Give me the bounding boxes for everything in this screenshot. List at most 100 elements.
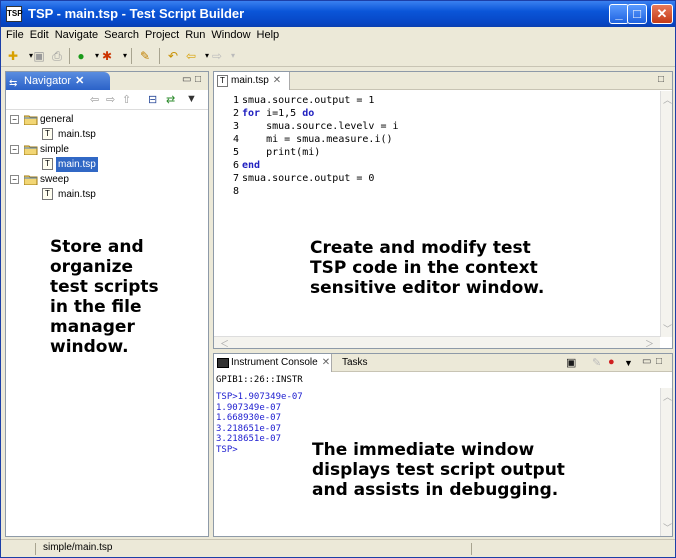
collapse-toggle-icon[interactable]: − [10,115,19,124]
menu-help[interactable]: Help [254,27,283,41]
folder-icon [24,175,38,185]
code-text: for i=1,5 do [242,107,314,120]
folder-icon [24,145,38,155]
keyword: for [242,108,261,119]
navigator-panel: ⇆ Navigator ✕ ▭ □ ⇦ ⇨ ⇧ ⊟ ⇄ ▼ − general T … [5,71,209,537]
save-icon[interactable]: ▣ [31,48,47,64]
terminal-icon[interactable]: ▣ [566,356,576,369]
code-line: 6 end [214,159,659,172]
code-line: 7 smua.source.output = 0 [214,172,659,185]
code-line: 8 [214,185,659,198]
collapse-toggle-icon[interactable]: − [10,145,19,154]
status-path: simple/main.tsp [43,542,113,553]
up-icon[interactable]: ⇧ [122,93,131,106]
minimize-icon[interactable]: ▭ [642,356,651,367]
tree-file[interactable]: T main.tsp [6,187,208,202]
new-file-icon[interactable]: ✚ [5,48,21,64]
menu-edit[interactable]: Edit [27,27,52,41]
minimize-button[interactable]: _ [609,4,629,24]
navigator-header: ⇆ Navigator ✕ ▭ □ [6,72,208,90]
maximize-icon[interactable]: □ [656,356,662,367]
pencil-icon[interactable]: ✎ [592,356,601,369]
scroll-right-icon[interactable]: ＞ [645,337,654,350]
console-tab-label: Instrument Console [231,357,318,368]
menu-window[interactable]: Window [208,27,253,41]
tsp-file-icon: T [42,188,53,200]
tab-instrument-console[interactable]: Instrument Console ✕ [214,354,332,372]
tree-folder[interactable]: − sweep [6,172,208,187]
debug-icon[interactable]: ✱ [99,48,115,64]
scroll-left-icon[interactable]: ＜ [220,337,229,350]
tree-file[interactable]: T main.tsp [6,157,208,172]
close-icon[interactable]: ✕ [75,75,84,87]
callout-line: sensitive editor window. [310,278,545,298]
scroll-down-icon[interactable]: ﹀ [663,322,672,335]
console-line: TSP>1.907349e-07 [216,392,303,402]
line-number: 1 [232,95,239,106]
pencil-icon[interactable]: ✎ [137,48,153,64]
editor-vertical-scrollbar[interactable]: ︿ ﹀ [660,91,672,337]
close-icon[interactable]: ✕ [322,357,330,368]
view-menu-icon[interactable]: ▼ [186,93,197,105]
tree-file-label: main.tsp [58,129,96,140]
tree-file[interactable]: T main.tsp [6,127,208,142]
line-number: 3 [232,121,239,132]
code-area[interactable]: 1 smua.source.output = 1 2 for i=1,5 do 3 … [214,94,659,198]
tsp-file-icon: T [42,158,53,170]
code-text: print(mi) [242,147,321,158]
menu-search[interactable]: Search [101,27,142,41]
dropdown-arrow-icon[interactable]: ▾ [225,48,241,64]
menu-navigate[interactable]: Navigate [52,27,101,41]
maximize-icon[interactable]: □ [658,74,664,85]
editor-panel: Tmain.tsp ✕ □ 1 smua.source.output = 1 2 fo… [213,71,673,349]
console-vertical-scrollbar[interactable]: ︿ ﹀ [660,388,672,536]
toolbar-separator [159,48,160,64]
stop-icon[interactable]: ● [608,356,615,368]
tree-folder-label: general [40,114,74,125]
menu-file[interactable]: File [3,27,27,41]
tab-tasks[interactable]: Tasks [342,354,368,372]
tree-folder[interactable]: − general [6,112,208,127]
collapse-toggle-icon[interactable]: − [10,175,19,184]
print-icon[interactable]: ⎙ [49,48,65,64]
maximize-icon[interactable]: □ [195,74,201,85]
keyword: do [302,108,315,119]
forward-icon[interactable]: ⇨ [106,93,115,106]
last-edit-icon[interactable]: ↶ [165,48,181,64]
toolbar-separator [131,48,132,64]
app-window: TSP TSP - main.tsp - Test Script Builder… [0,0,676,558]
scroll-down-icon[interactable]: ﹀ [663,521,672,534]
close-button[interactable]: ✕ [651,4,673,24]
menu-project[interactable]: Project [142,27,182,41]
code-fragment: i=1,5 [260,108,303,119]
run-icon[interactable]: ● [73,48,89,64]
tab-main-tsp[interactable]: Tmain.tsp ✕ [214,72,290,90]
view-menu-icon[interactable]: ▼ [624,358,633,368]
folder-icon [24,115,38,125]
callout-line: in the file [50,297,142,317]
scroll-up-icon[interactable]: ︿ [663,93,672,106]
callout-line: test scripts [50,277,159,297]
status-separator [471,543,472,555]
maximize-button[interactable]: □ [627,4,647,24]
editor-horizontal-scrollbar[interactable]: ＜ ＞ [214,336,660,350]
scroll-up-icon[interactable]: ︿ [663,390,672,403]
tree-folder[interactable]: − simple [6,142,208,157]
back-icon[interactable]: ⇦ [90,93,99,106]
back-icon[interactable]: ⇦ [183,48,199,64]
code-text: smua.source.output = 1 [242,95,375,106]
link-editor-icon[interactable]: ⇄ [166,93,175,106]
console-output[interactable]: TSP>1.907349e-07 1.907349e-07 1.668930e-… [216,392,303,455]
code-text: smua.source.levelv = i [242,121,399,132]
tree-folder-label: simple [40,144,69,155]
tab-navigator[interactable]: ⇆ Navigator ✕ [6,72,110,90]
line-number: 4 [232,134,239,145]
close-icon[interactable]: ✕ [273,75,281,86]
minimize-icon[interactable]: ▭ [182,74,191,85]
callout-line: organize [50,257,134,277]
forward-icon[interactable]: ⇨ [209,48,225,64]
code-line: 1 smua.source.output = 1 [214,94,659,107]
code-line: 5 print(mi) [214,146,659,159]
collapse-all-icon[interactable]: ⊟ [148,93,157,106]
menu-run[interactable]: Run [182,27,208,41]
